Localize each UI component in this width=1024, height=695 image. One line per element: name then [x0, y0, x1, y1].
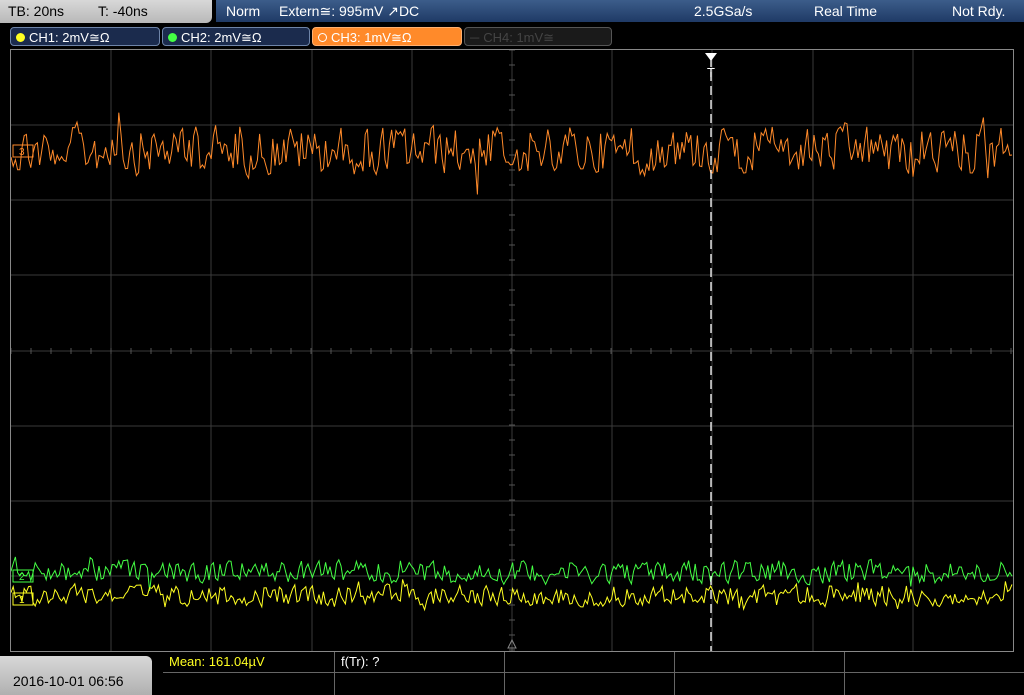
ch4-label: CH4: 1mV≅	[483, 30, 555, 45]
timebase-box[interactable]: TB: 20ns T: -40ns	[0, 0, 212, 23]
top-status-bar: TB: 20ns T: -40ns Norm Extern≅: 995mV ↗D…	[0, 0, 1024, 24]
ch3-marker-label: 3	[19, 147, 25, 158]
measurement-cell-empty[interactable]	[163, 673, 335, 695]
measurement-cell-freq[interactable]: f(Tr): ?	[335, 652, 505, 673]
measurement-cell-empty[interactable]	[845, 673, 1024, 695]
mean-measurement: Mean: 161.04µV	[169, 654, 265, 669]
ch1-label: CH1: 2mV≅Ω	[29, 30, 110, 45]
run-state: Not Rdy.	[952, 3, 1006, 19]
waveform-canvas: T 3 2 1	[11, 50, 1013, 651]
ch2-marker-label: 2	[19, 572, 25, 583]
channel-tab-ch2[interactable]: CH2: 2mV≅Ω	[162, 27, 310, 46]
measurement-cell-mean[interactable]: Mean: 161.04µV	[163, 652, 335, 673]
acquisition-mode: Real Time	[814, 3, 878, 19]
ch1-offset-marker[interactable]: 1	[12, 592, 34, 606]
trigger-time-label: T: -40ns	[98, 3, 148, 19]
trigger-source: Extern≅: 995mV ↗DC	[279, 3, 420, 19]
ch2-dot-icon	[168, 33, 177, 43]
measurement-cell-empty[interactable]	[505, 673, 675, 695]
ch4-off-icon: ─	[470, 30, 480, 45]
graticule	[11, 50, 1013, 651]
trigger-marker-label: T	[707, 65, 715, 80]
freq-measurement: f(Tr): ?	[341, 654, 380, 669]
sample-rate: 2.5GSa/s	[694, 3, 753, 19]
trigger-arrow-icon[interactable]	[705, 53, 717, 61]
waveform-display[interactable]: T 3 2 1	[10, 49, 1014, 652]
timestamp: 2016-10-01 06:56	[13, 673, 124, 689]
trigger-status-bar[interactable]: Norm Extern≅: 995mV ↗DC 2.5GSa/s Real Ti…	[216, 0, 1024, 22]
ch1-dot-icon	[16, 33, 25, 43]
timebase-label: TB: 20ns	[8, 3, 65, 19]
ch3-dot-icon	[318, 33, 327, 43]
channel-tab-ch1[interactable]: CH1: 2mV≅Ω	[10, 27, 160, 46]
ch3-offset-marker[interactable]: 3	[12, 144, 34, 158]
timestamp-box: 2016-10-01 06:56	[0, 656, 152, 695]
ch1-marker-label: 1	[19, 595, 25, 606]
ch3-label: CH3: 1mV≅Ω	[331, 30, 412, 45]
measurement-table[interactable]: Mean: 161.04µV f(Tr): ?	[163, 652, 1024, 695]
measurement-cell-empty[interactable]	[675, 673, 845, 695]
measurement-cell-empty[interactable]	[845, 652, 1024, 673]
measurement-cell-empty[interactable]	[335, 673, 505, 695]
measurement-cell-empty[interactable]	[505, 652, 675, 673]
trigger-mode: Norm	[226, 3, 261, 19]
ch2-label: CH2: 2mV≅Ω	[181, 30, 262, 45]
channel-tab-ch3[interactable]: CH3: 1mV≅Ω	[312, 27, 462, 46]
measurement-cell-empty[interactable]	[675, 652, 845, 673]
channel-tab-ch4[interactable]: ─ CH4: 1mV≅	[464, 27, 612, 46]
